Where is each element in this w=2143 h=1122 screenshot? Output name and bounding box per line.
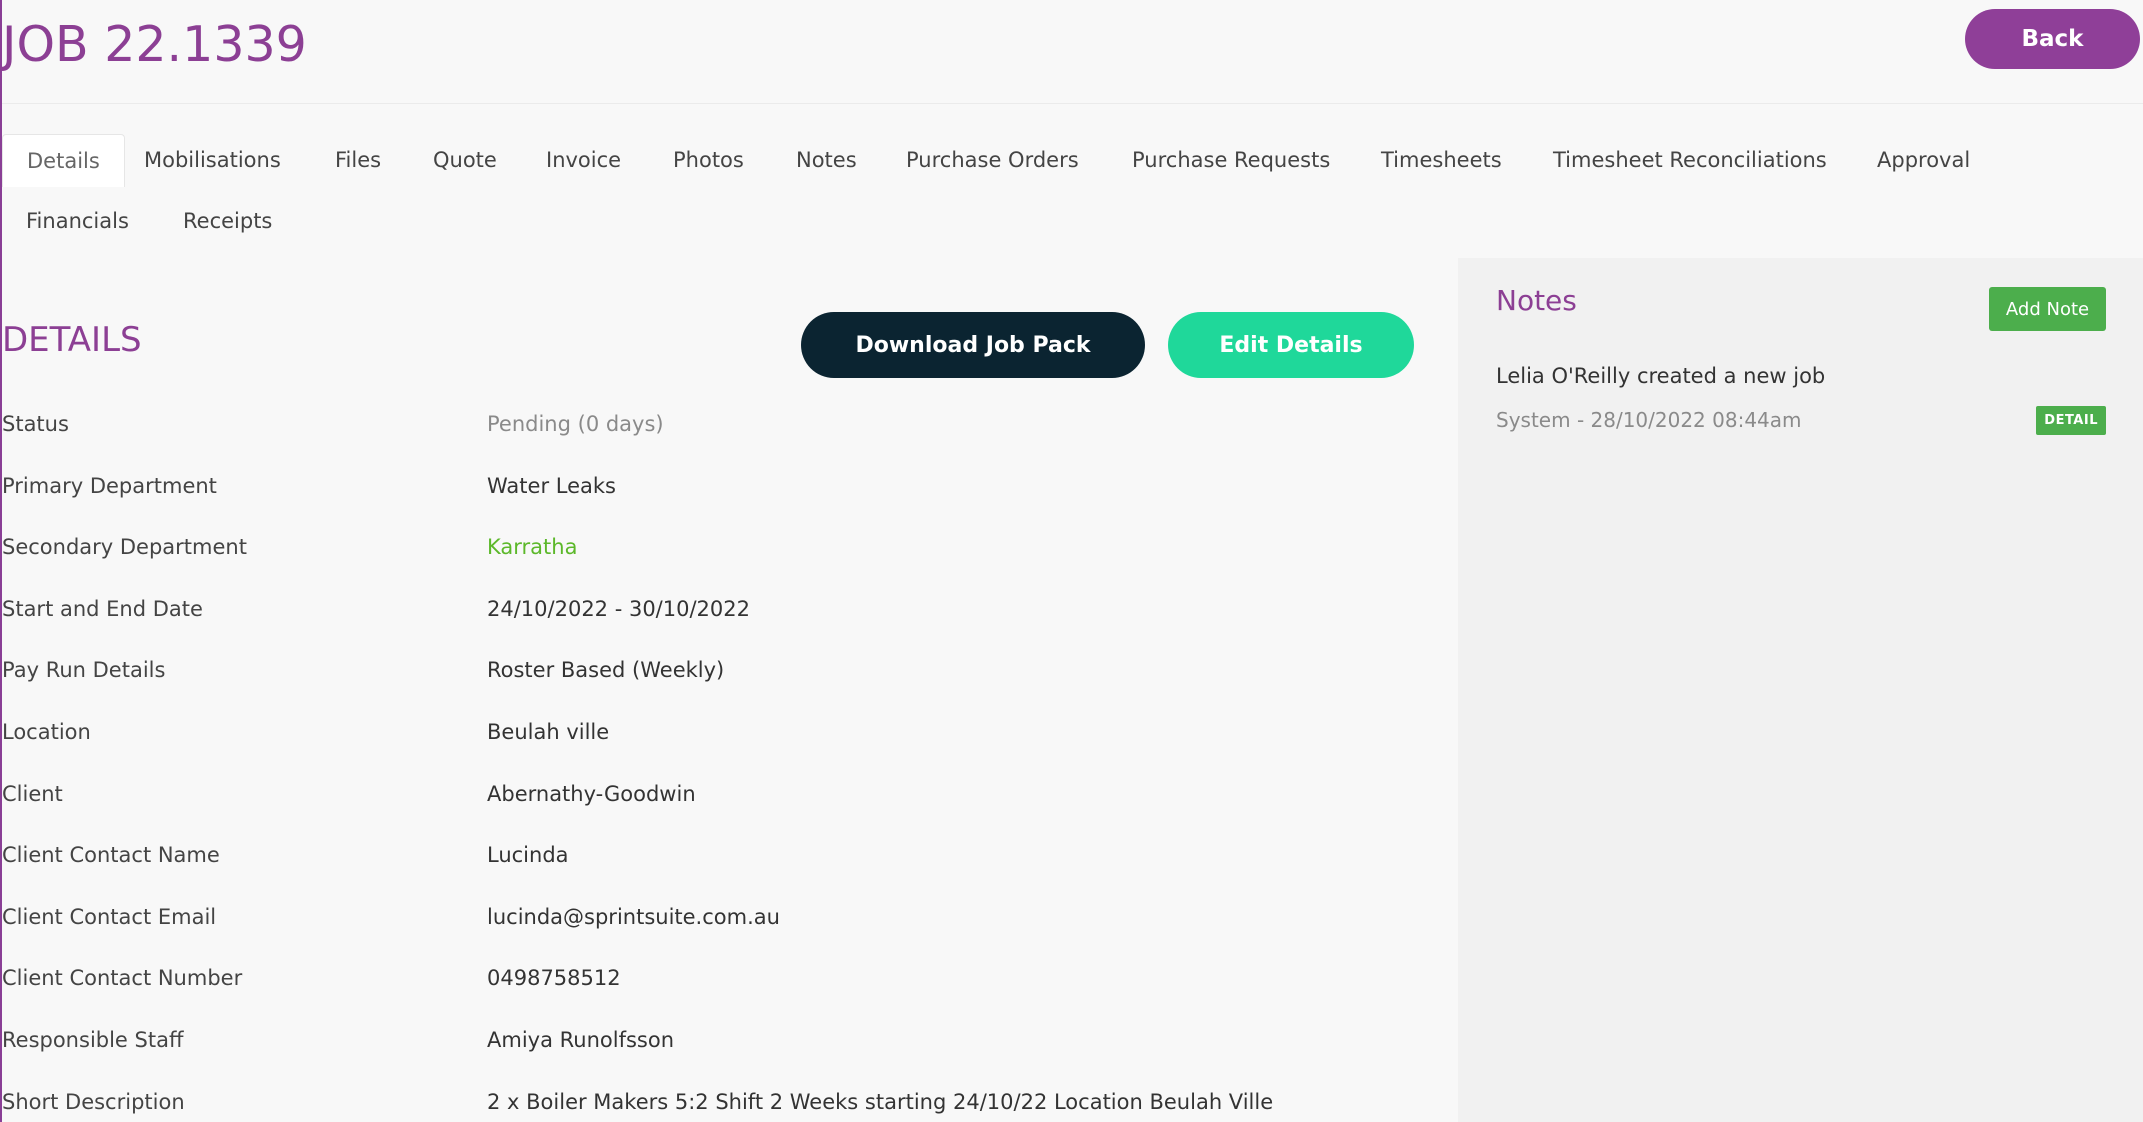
back-button[interactable]: Back — [1965, 9, 2140, 69]
page-header: JOB 22.1339 Back — [2, 0, 2143, 104]
status-value: Pending (0 days) — [487, 412, 664, 436]
field-row-dates: Start and End Date 24/10/2022 - 30/10/20… — [2, 587, 1442, 649]
details-field-list: Status Pending (0 days) Primary Departme… — [2, 402, 1442, 1122]
field-label: Client Contact Number — [2, 966, 243, 991]
client-contact-name-value: Lucinda — [487, 843, 569, 868]
details-heading: DETAILS — [2, 320, 142, 360]
client-contact-number-value: 0498758512 — [487, 966, 621, 991]
field-label: Responsible Staff — [2, 1027, 184, 1052]
download-job-pack-button[interactable]: Download Job Pack — [801, 312, 1145, 378]
field-label: Client Contact Name — [2, 843, 220, 868]
field-row-client-contact-number: Client Contact Number 0498758512 — [2, 956, 1442, 1018]
pay-run-value: Roster Based (Weekly) — [487, 658, 725, 683]
client-value: Abernathy-Goodwin — [487, 781, 696, 806]
tab-financials[interactable]: Financials — [2, 195, 153, 247]
note-meta: System - 28/10/2022 08:44am — [1496, 408, 1802, 432]
field-label: Secondary Department — [2, 535, 247, 560]
tab-invoice[interactable]: Invoice — [522, 134, 645, 186]
field-label: Client Contact Email — [2, 904, 217, 929]
tab-timesheet-reconciliations[interactable]: Timesheet Reconciliations — [1529, 134, 1851, 186]
field-row-client-contact-email: Client Contact Email lucinda@sprintsuite… — [2, 895, 1442, 957]
note-detail-badge[interactable]: DETAIL — [2036, 406, 2106, 435]
tab-receipts[interactable]: Receipts — [159, 195, 296, 247]
field-row-responsible-staff: Responsible Staff Amiya Runolfsson — [2, 1018, 1442, 1080]
note-item: Lelia O'Reilly created a new job System … — [1496, 364, 2106, 444]
field-row-pay-run: Pay Run Details Roster Based (Weekly) — [2, 648, 1442, 710]
tab-purchase-orders[interactable]: Purchase Orders — [882, 134, 1103, 186]
note-text: Lelia O'Reilly created a new job — [1496, 364, 1826, 388]
notes-panel: Notes Add Note Lelia O'Reilly created a … — [1458, 258, 2143, 1122]
field-label: Start and End Date — [2, 596, 203, 621]
secondary-department-link[interactable]: Karratha — [487, 535, 577, 559]
edit-details-button[interactable]: Edit Details — [1168, 312, 1414, 378]
primary-department-value: Water Leaks — [487, 473, 616, 498]
short-description-value: 2 x Boiler Makers 5:2 Shift 2 Weeks star… — [487, 1089, 1274, 1114]
notes-heading: Notes — [1496, 284, 1577, 317]
field-row-primary-department: Primary Department Water Leaks — [2, 464, 1442, 526]
tab-mobilisations[interactable]: Mobilisations — [120, 134, 305, 186]
field-label: Primary Department — [2, 473, 217, 498]
tab-timesheets[interactable]: Timesheets — [1357, 134, 1526, 186]
field-label: Short Description — [2, 1089, 185, 1114]
tab-purchase-requests[interactable]: Purchase Requests — [1108, 134, 1354, 186]
tab-photos[interactable]: Photos — [649, 134, 768, 186]
tab-quote[interactable]: Quote — [409, 134, 521, 186]
field-row-status: Status Pending (0 days) — [2, 402, 1442, 464]
field-row-client: Client Abernathy-Goodwin — [2, 772, 1442, 834]
field-label: Client — [2, 781, 63, 806]
field-row-short-description: Short Description 2 x Boiler Makers 5:2 … — [2, 1080, 1442, 1122]
tab-notes[interactable]: Notes — [772, 134, 881, 186]
field-row-secondary-department: Secondary Department Karratha — [2, 525, 1442, 587]
dates-value: 24/10/2022 - 30/10/2022 — [487, 596, 751, 621]
job-page: JOB 22.1339 Back Details Mobilisations F… — [0, 0, 2143, 1122]
field-label: Location — [2, 719, 91, 744]
field-label: Pay Run Details — [2, 658, 166, 683]
tab-approval[interactable]: Approval — [1853, 134, 1994, 186]
job-title: JOB 22.1339 — [2, 16, 307, 73]
field-row-location: Location Beulah ville — [2, 710, 1442, 772]
field-row-client-contact-name: Client Contact Name Lucinda — [2, 833, 1442, 895]
tab-files[interactable]: Files — [311, 134, 405, 186]
field-label: Status — [2, 412, 69, 436]
location-value: Beulah ville — [487, 719, 610, 744]
responsible-staff-value: Amiya Runolfsson — [487, 1027, 675, 1052]
tab-details[interactable]: Details — [2, 134, 125, 187]
client-contact-email-value: lucinda@sprintsuite.com.au — [487, 904, 780, 929]
add-note-button[interactable]: Add Note — [1989, 287, 2106, 331]
